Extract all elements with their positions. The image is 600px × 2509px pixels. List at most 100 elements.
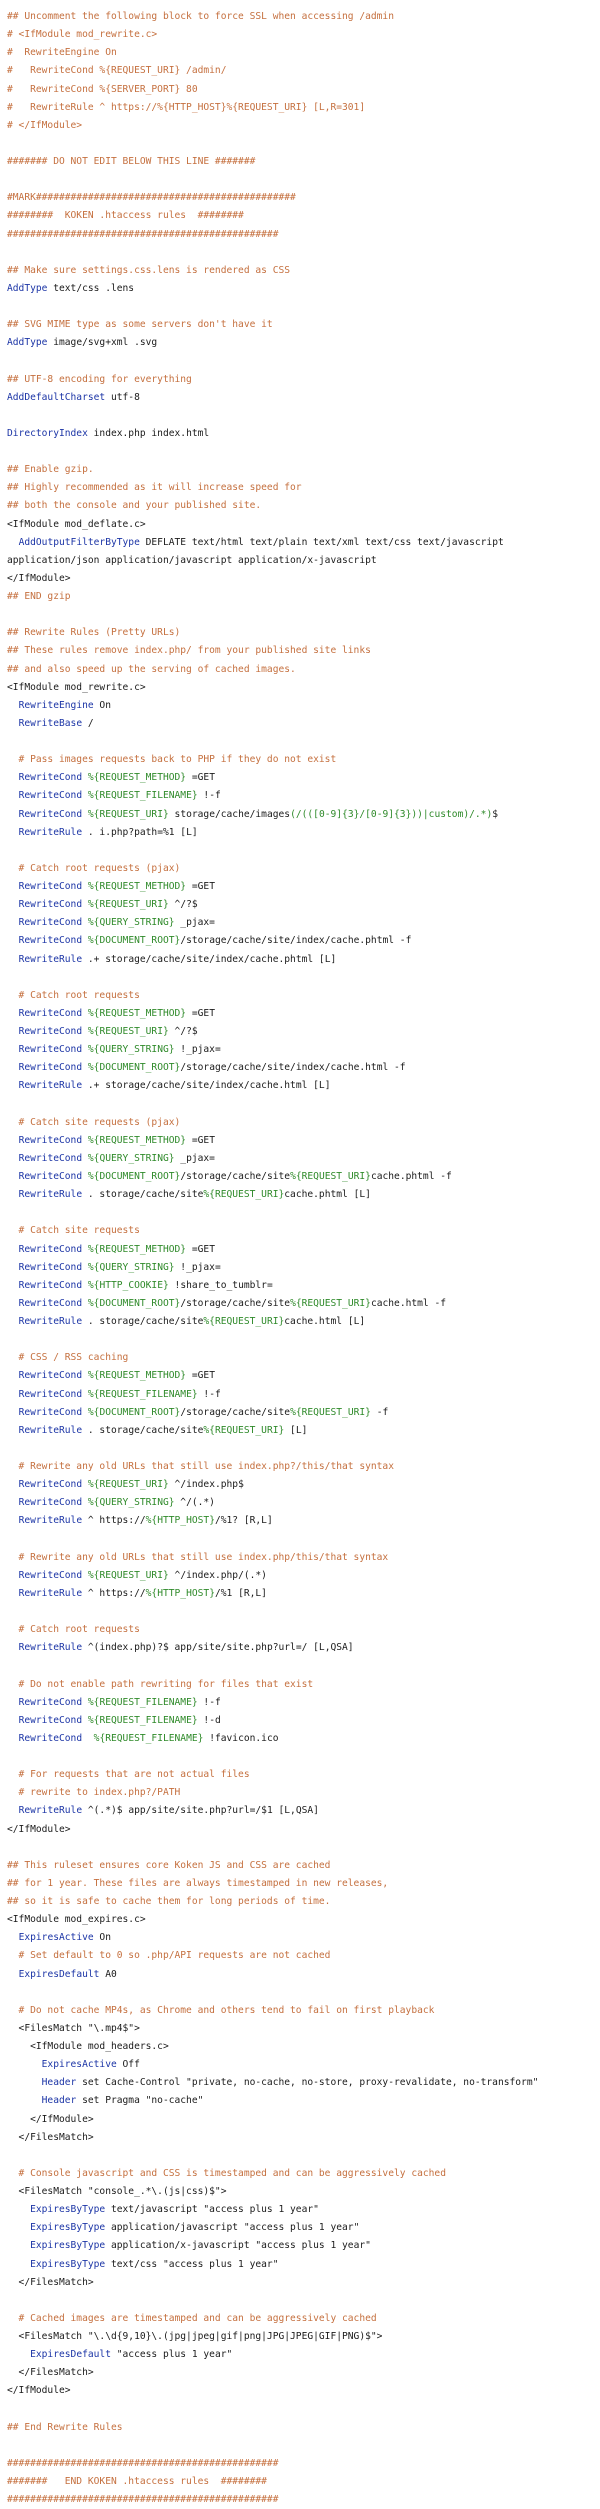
code-line: ## Highly recommended as it will increas… xyxy=(7,479,600,497)
code-text: utf-8 xyxy=(105,391,140,403)
directive-keyword: RewriteRule xyxy=(18,1515,83,1527)
code-line: <IfModule mod_expires.c> xyxy=(7,1911,600,1929)
code-text: =GET xyxy=(186,1243,215,1255)
comment-text: ## Uncomment the following block to forc… xyxy=(7,11,394,22)
directive-keyword: RewriteCond xyxy=(18,1243,83,1255)
directive-keyword: ExpiresActive xyxy=(18,1932,94,1944)
code-text: .+ storage/cache/site/index/cache.html [… xyxy=(82,1080,331,1092)
code-text: ^/index.php/(.*) xyxy=(168,1569,267,1581)
code-line: RewriteRule ^(.*)$ app/site/site.php?url… xyxy=(7,1802,600,1820)
directive-keyword: ExpiresByType xyxy=(30,2258,106,2270)
directive-keyword: RewriteCond xyxy=(18,1044,83,1056)
code-text: </IfModule> xyxy=(7,572,71,584)
directive-keyword: RewriteRule xyxy=(18,1189,83,1201)
code-text: $ xyxy=(492,808,499,820)
directive-keyword: Header xyxy=(41,2077,77,2089)
code-line: RewriteCond %{REQUEST_URI} storage/cache… xyxy=(7,806,600,824)
code-line: RewriteCond %{REQUEST_METHOD} =GET xyxy=(7,1241,600,1259)
directive-keyword: DirectoryIndex xyxy=(7,427,88,439)
comment-text: ## SVG MIME type as some servers don't h… xyxy=(7,319,273,331)
code-text: <IfModule mod_deflate.c> xyxy=(7,518,146,530)
code-line: # RewriteRule ^ https://%{HTTP_HOST}%{RE… xyxy=(7,99,600,117)
code-line: RewriteRule . i.php?path=%1 [L] xyxy=(7,824,600,842)
code-line: ExpiresActive Off xyxy=(7,2056,600,2074)
directive-keyword: RewriteCond xyxy=(18,1297,83,1309)
code-text: text/css .lens xyxy=(47,282,135,294)
directive-keyword: RewriteCond xyxy=(18,1134,83,1146)
server-variable: %{QUERY_STRING} xyxy=(87,917,175,929)
comment-text: # RewriteCond %{REQUEST_URI} /admin/ xyxy=(7,65,227,77)
comment-text: #MARK###################################… xyxy=(7,192,296,204)
comment-text: # Rewrite any old URLs that still use in… xyxy=(7,1551,389,1563)
code-line: RewriteCond %{REQUEST_FILENAME} !favicon… xyxy=(7,1730,600,1748)
server-variable: %{REQUEST_METHOD} xyxy=(87,1370,187,1382)
directive-keyword: AddType xyxy=(7,337,48,349)
code-line: #MARK###################################… xyxy=(7,189,600,207)
directive-keyword: RewriteCond xyxy=(18,1732,83,1744)
code-text: =GET xyxy=(186,1007,215,1019)
code-line: RewriteCond %{QUERY_STRING} !_pjax= xyxy=(7,1259,600,1277)
comment-text: ## for 1 year. These files are always ti… xyxy=(7,1877,389,1889)
code-line: ## Make sure settings.css.lens is render… xyxy=(7,262,600,280)
code-text: ^/index.php$ xyxy=(168,1479,244,1491)
comment-text: # Pass images requests back to PHP if th… xyxy=(7,754,337,766)
code-line: RewriteCond %{REQUEST_URI} ^/index.php/(… xyxy=(7,1567,600,1585)
server-variable: %{REQUEST_METHOD} xyxy=(87,1243,187,1255)
code-line: RewriteEngine On xyxy=(7,697,600,715)
code-line: # Do not cache MP4s, as Chrome and other… xyxy=(7,2002,600,2020)
code-text: . storage/cache/site xyxy=(82,1189,204,1201)
server-variable: %{DOCUMENT_ROOT} xyxy=(87,1171,181,1182)
directive-keyword: RewriteCond xyxy=(18,1569,83,1581)
code-text: On xyxy=(93,699,111,711)
code-line: RewriteCond %{REQUEST_FILENAME} !-f xyxy=(7,787,600,805)
code-text: "access plus 1 year" xyxy=(110,2349,233,2361)
server-variable: %{REQUEST_URI} xyxy=(87,1479,169,1491)
code-line: </FilesMatch> xyxy=(7,2274,600,2292)
directive-keyword: RewriteCond xyxy=(18,1406,83,1418)
server-variable: %{HTTP_COOKIE} xyxy=(87,1279,169,1291)
server-variable: %{DOCUMENT_ROOT} xyxy=(87,1062,181,1074)
server-variable: %{REQUEST_URI} xyxy=(203,1189,285,1201)
directive-keyword: RewriteCond xyxy=(18,1714,83,1726)
comment-text: # For requests that are not actual files xyxy=(7,1769,250,1781)
code-line: ExpiresDefault A0 xyxy=(7,1966,600,1984)
code-line: # Catch site requests (pjax) xyxy=(7,1114,600,1132)
code-line: ######## KOKEN .htaccess rules ######## xyxy=(7,207,600,225)
directive-keyword: RewriteRule xyxy=(18,1805,83,1817)
code-text: index.php index.html xyxy=(87,427,210,439)
directive-keyword: RewriteCond xyxy=(18,808,83,820)
comment-text: ## both the console and your published s… xyxy=(7,500,262,512)
comment-text: # <IfModule mod_rewrite.c> xyxy=(7,29,158,41)
code-text: set Cache-Control "private, no-cache, no… xyxy=(76,2077,539,2089)
code-line: RewriteCond %{REQUEST_FILENAME} !-f xyxy=(7,1386,600,1404)
code-text: ^/(.*) xyxy=(174,1497,215,1509)
server-variable: %{DOCUMENT_ROOT} xyxy=(87,1297,181,1309)
directive-keyword: RewriteCond xyxy=(18,1062,83,1074)
code-line: <FilesMatch "console_.*\.(js|css)$"> xyxy=(7,2183,600,2201)
server-variable: %{QUERY_STRING} xyxy=(87,1497,175,1509)
server-variable: %{REQUEST_URI} xyxy=(290,1171,371,1182)
code-text: </IfModule> xyxy=(7,1823,71,1835)
comment-text: ## UTF-8 encoding for everything xyxy=(7,373,192,385)
code-line: AddType image/svg+xml .svg xyxy=(7,334,600,352)
code-line: AddType text/css .lens xyxy=(7,280,600,298)
code-text: !share_to_tumblr= xyxy=(168,1279,273,1291)
directive-keyword: RewriteCond xyxy=(18,1497,83,1509)
